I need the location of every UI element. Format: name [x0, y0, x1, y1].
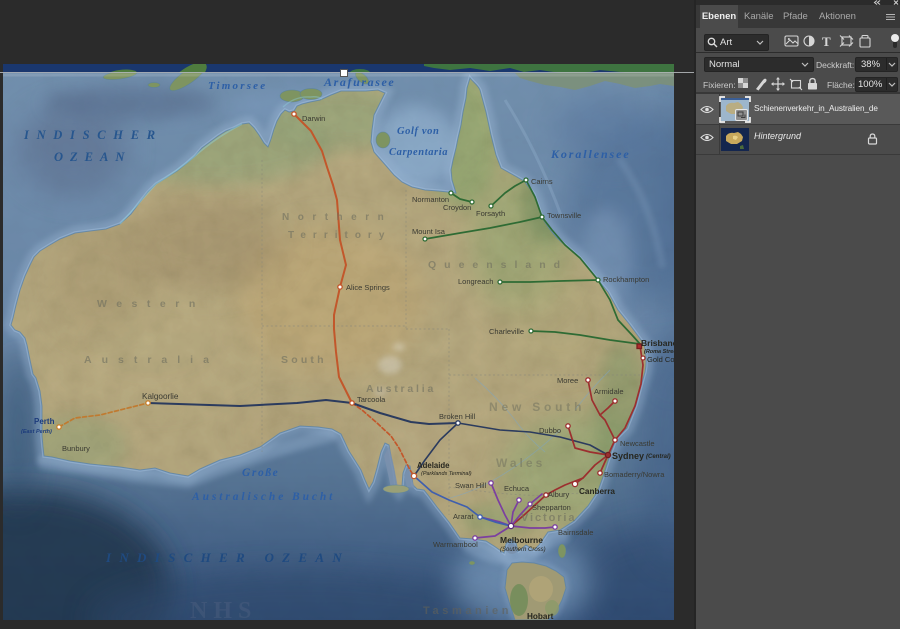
svg-text:Croydon: Croydon	[443, 203, 471, 212]
svg-text:Adelaide: Adelaide	[417, 461, 450, 470]
svg-text:Perth: Perth	[34, 417, 55, 426]
svg-text:Canberra: Canberra	[579, 487, 615, 496]
svg-text:Mount Isa: Mount Isa	[412, 227, 446, 236]
svg-text:Carpentaria: Carpentaria	[389, 147, 448, 158]
svg-text:Timorsee: Timorsee	[208, 80, 267, 92]
svg-text:Warrnambool: Warrnambool	[433, 540, 478, 549]
svg-text:Rockhampton: Rockhampton	[603, 275, 649, 284]
svg-text:Victoria: Victoria	[521, 512, 576, 524]
svg-text:Brisbane: Brisbane	[641, 338, 674, 348]
svg-text:Territory: Territory	[288, 230, 391, 241]
svg-text:Hobart: Hobart	[527, 612, 554, 620]
svg-text:T: T	[822, 34, 831, 48]
svg-text:(Parklands Terminal): (Parklands Terminal)	[421, 471, 472, 477]
svg-text:Sydney: Sydney	[612, 451, 644, 461]
svg-text:Queensland: Queensland	[428, 259, 568, 271]
svg-text:Cairns: Cairns	[531, 177, 553, 186]
svg-text:Newcastle: Newcastle	[620, 439, 655, 448]
svg-text:South: South	[281, 354, 327, 366]
svg-text:Bairnsdale: Bairnsdale	[558, 528, 593, 537]
svg-text:Moree: Moree	[557, 376, 578, 385]
svg-text:Australia: Australia	[84, 354, 219, 366]
svg-text:(East Perth): (East Perth)	[21, 429, 52, 435]
svg-text:OZEAN: OZEAN	[54, 150, 131, 164]
svg-text:NHS: NHS	[190, 598, 257, 620]
svg-text:Gold Coas: Gold Coas	[647, 355, 674, 364]
svg-text:Australia: Australia	[366, 383, 436, 395]
svg-text:Northern: Northern	[282, 212, 392, 223]
svg-text:Korallensee: Korallensee	[550, 147, 631, 161]
svg-text:Townsville: Townsville	[547, 211, 581, 220]
svg-text:Albury: Albury	[548, 490, 570, 499]
svg-text:Tarcoola: Tarcoola	[357, 395, 386, 404]
svg-text:New South: New South	[489, 400, 585, 414]
svg-text:Kalgoorlie: Kalgoorlie	[142, 392, 179, 401]
svg-text:INDISCHER OZEAN: INDISCHER OZEAN	[105, 550, 350, 565]
svg-text:Große: Große	[242, 467, 279, 479]
svg-text:Melbourne: Melbourne	[500, 535, 543, 545]
svg-text:Darwin: Darwin	[302, 114, 325, 123]
svg-text:Alice Springs: Alice Springs	[346, 283, 390, 292]
svg-text:Bomaderry/Nowra: Bomaderry/Nowra	[604, 470, 665, 479]
svg-text:Australische Bucht: Australische Bucht	[191, 491, 335, 503]
svg-text:(Central): (Central)	[646, 454, 671, 460]
svg-text:Arafurasee: Arafurasee	[323, 75, 395, 89]
svg-text:Western: Western	[97, 298, 205, 310]
svg-text:Swan Hill: Swan Hill	[455, 481, 487, 490]
svg-text:(Southern Cross): (Southern Cross)	[500, 547, 546, 553]
svg-text:Charleville: Charleville	[489, 327, 524, 336]
svg-text:Tasmanien: Tasmanien	[423, 605, 512, 617]
svg-text:Broken Hill: Broken Hill	[439, 412, 476, 421]
svg-text:Longreach: Longreach	[458, 277, 493, 286]
svg-text:Armidale: Armidale	[594, 387, 624, 396]
svg-text:Echuca: Echuca	[504, 484, 530, 493]
svg-text:Forsayth: Forsayth	[476, 209, 505, 218]
svg-text:Dubbo: Dubbo	[539, 426, 561, 435]
svg-text:Shepparton: Shepparton	[532, 503, 571, 512]
svg-text:Bunbury: Bunbury	[62, 444, 90, 453]
svg-text:Ararat: Ararat	[453, 512, 474, 521]
svg-text:Golf von: Golf von	[397, 126, 439, 137]
svg-text:INDISCHER: INDISCHER	[23, 128, 163, 142]
svg-text:Wales: Wales	[496, 456, 545, 470]
